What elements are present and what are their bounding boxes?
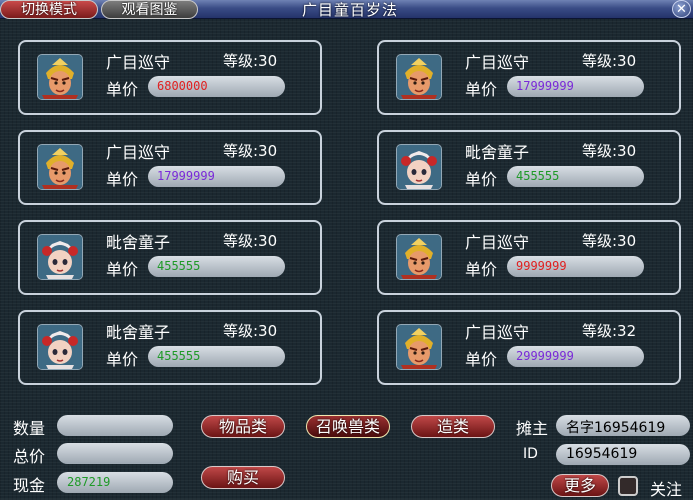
price-label: 单价 [465, 170, 498, 189]
item-name: 广目巡守 [465, 233, 530, 252]
item-level: 等级:30 [582, 142, 637, 160]
total-price-field [57, 443, 173, 464]
item-name: 广目巡守 [465, 53, 530, 72]
price-value: 17999999 [157, 169, 215, 183]
total-price-label: 总价 [13, 447, 46, 466]
item-level: 等级:30 [223, 52, 278, 70]
quantity-label: 数量 [13, 419, 46, 438]
guardian-portrait-icon [396, 54, 442, 100]
follow-checkbox[interactable] [618, 476, 638, 496]
item-name: 广目巡守 [465, 323, 530, 342]
cash-label: 现金 [13, 476, 46, 495]
price-label: 单价 [106, 260, 139, 279]
item-name: 毗舍童子 [106, 323, 171, 342]
guardian-portrait-icon [396, 324, 442, 370]
item-card[interactable]: 毗舍童子 等级:30 单价 455555 [18, 220, 322, 295]
craft-category-button[interactable]: 造类 [411, 415, 495, 438]
price-field: 9999999 [507, 256, 644, 277]
price-value: 455555 [157, 259, 201, 273]
price-label: 单价 [106, 350, 139, 369]
id-field: 16954619 [556, 444, 690, 465]
item-card[interactable]: 广目巡守 等级:30 单价 17999999 [377, 40, 681, 115]
item-card[interactable]: 毗舍童子 等级:30 单价 455555 [18, 310, 322, 385]
quantity-field[interactable] [57, 415, 173, 436]
item-level: 等级:30 [223, 322, 278, 340]
buy-button[interactable]: 购买 [201, 466, 285, 489]
child-portrait-icon [396, 144, 442, 190]
item-name: 毗舍童子 [106, 233, 171, 252]
price-value: 6800000 [157, 79, 208, 93]
item-card[interactable]: 广目巡守 等级:30 单价 6800000 [18, 40, 322, 115]
cash-field: 287219 [57, 472, 173, 493]
price-value: 9999999 [516, 259, 567, 273]
price-label: 单价 [106, 170, 139, 189]
guardian-portrait-icon [37, 144, 83, 190]
owner-label: 摊主 [516, 419, 549, 438]
price-value: 455555 [516, 169, 560, 183]
item-card[interactable]: 广目巡守 等级:30 单价 17999999 [18, 130, 322, 205]
price-field: 17999999 [507, 76, 644, 97]
price-label: 单价 [465, 80, 498, 99]
window-title: 广目童百岁法 [301, 1, 398, 19]
owner-name-field: 名字16954619 [556, 415, 690, 436]
item-name: 广目巡守 [106, 53, 171, 72]
item-category-button[interactable]: 物品类 [201, 415, 285, 438]
price-value: 455555 [157, 349, 201, 363]
item-card[interactable]: 广目巡守 等级:30 单价 9999999 [377, 220, 681, 295]
child-portrait-icon [37, 234, 83, 280]
follow-label: 关注 [650, 480, 683, 499]
item-name: 广目巡守 [106, 143, 171, 162]
price-label: 单价 [465, 260, 498, 279]
price-field: 455555 [148, 256, 285, 277]
guardian-portrait-icon [396, 234, 442, 280]
item-level: 等级:30 [223, 142, 278, 160]
child-portrait-icon [37, 324, 83, 370]
view-catalog-tab[interactable]: 观看图鉴 [101, 0, 198, 19]
item-level: 等级:32 [582, 322, 637, 340]
price-label: 单价 [106, 80, 139, 99]
pet-category-button[interactable]: 召唤兽类 [306, 415, 390, 438]
price-field: 6800000 [148, 76, 285, 97]
close-button[interactable]: ✕ [672, 0, 691, 18]
id-label: ID [523, 446, 538, 462]
item-name: 毗舍童子 [465, 143, 530, 162]
switch-mode-tab[interactable]: 切换模式 [0, 0, 98, 19]
item-level: 等级:30 [582, 232, 637, 250]
item-level: 等级:30 [582, 52, 637, 70]
price-field: 455555 [507, 166, 644, 187]
price-field: 17999999 [148, 166, 285, 187]
price-field: 455555 [148, 346, 285, 367]
price-value: 29999999 [516, 349, 574, 363]
item-level: 等级:30 [223, 232, 278, 250]
item-card[interactable]: 毗舍童子 等级:30 单价 455555 [377, 130, 681, 205]
more-button[interactable]: 更多 [551, 474, 609, 497]
item-card[interactable]: 广目巡守 等级:32 单价 29999999 [377, 310, 681, 385]
guardian-portrait-icon [37, 54, 83, 100]
price-field: 29999999 [507, 346, 644, 367]
price-label: 单价 [465, 350, 498, 369]
price-value: 17999999 [516, 79, 574, 93]
